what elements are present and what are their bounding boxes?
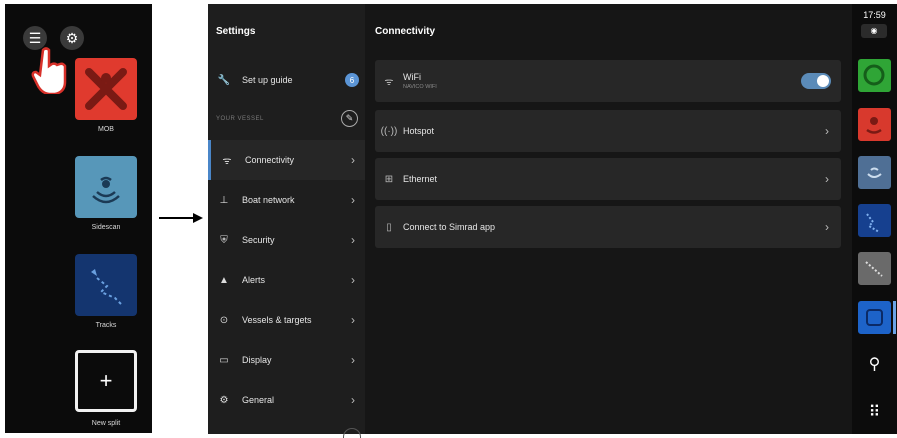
scroll-hint-icon xyxy=(343,428,361,438)
list-icon: ☰ xyxy=(28,29,42,46)
chevron-right-icon: › xyxy=(825,124,829,138)
wifi-icon: ᯤ xyxy=(222,156,232,167)
sidebar-item-label: Vessels & targets xyxy=(242,315,312,325)
gear-icon: ⚙ xyxy=(219,394,229,406)
edit-button[interactable]: ✎ xyxy=(341,110,358,127)
wifi-icon: ᯤ xyxy=(384,77,394,88)
settings-title: Settings xyxy=(216,26,256,37)
ethernet-row[interactable]: ⊞ Ethernet › xyxy=(375,158,841,200)
tracks-app-tile-small[interactable] xyxy=(858,204,891,237)
sidescan-label: Sidescan xyxy=(91,224,121,231)
wrench-icon: 🔧 xyxy=(217,74,231,86)
chevron-right-icon: › xyxy=(351,233,355,247)
tracks-icon xyxy=(866,213,880,233)
plus-icon: + xyxy=(99,368,113,393)
shield-icon: ⛨ xyxy=(220,234,228,246)
chevron-right-icon: › xyxy=(825,172,829,186)
sidebar-item-security[interactable]: ⛨ Security › xyxy=(208,220,365,260)
app-strip: 17:59 ◉ ⚲ ⠿ xyxy=(852,4,897,434)
sidebar-item-label: Alerts xyxy=(242,275,266,285)
sidebar-item-label: Security xyxy=(242,235,275,245)
wifi-network-name: NAVICO WIFI xyxy=(403,84,437,90)
tracks-app-tile[interactable] xyxy=(75,254,137,316)
sidebar-item-label: General xyxy=(242,395,275,405)
setup-guide-label: Set up guide xyxy=(242,75,293,85)
sidebar-item-vessels-targets[interactable]: ⊙ Vessels & targets › xyxy=(208,300,365,340)
target-icon: ⊙ xyxy=(219,314,229,326)
sidescan-app-tile[interactable] xyxy=(75,156,137,218)
signal-icon: ◉ xyxy=(870,26,878,35)
status-indicator[interactable]: ◉ xyxy=(861,24,887,38)
tracks-label: Tracks xyxy=(95,322,117,329)
sidebar-item-general[interactable]: ⚙ General › xyxy=(208,380,365,420)
pencil-icon: ✎ xyxy=(345,113,354,123)
chevron-right-icon: › xyxy=(351,273,355,287)
alert-icon: ▲ xyxy=(219,274,229,286)
network-icon: ⊥ xyxy=(219,194,229,206)
new-split-label: New split xyxy=(91,420,121,427)
settings-screen: Settings 🔧 Set up guide 6 YOUR VESSEL ✎ … xyxy=(208,4,897,438)
route-icon xyxy=(865,261,883,277)
apps-grid-icon[interactable]: ⠿ xyxy=(852,402,897,422)
mob-icon xyxy=(866,117,882,134)
sidebar-item-alerts[interactable]: ▲ Alerts › xyxy=(208,260,365,300)
chevron-right-icon: › xyxy=(825,220,829,234)
hotspot-row[interactable]: ((·)) Hotspot › xyxy=(375,110,841,152)
hotspot-icon: ((·)) xyxy=(380,125,398,137)
chart-app-tile[interactable] xyxy=(858,59,891,92)
sidebar-item-label: Display xyxy=(242,355,272,365)
chevron-right-icon: › xyxy=(351,393,355,407)
mob-icon xyxy=(85,68,127,110)
connectivity-title: Connectivity xyxy=(375,26,436,37)
ethernet-label: Ethernet xyxy=(403,174,438,184)
connectivity-panel: Connectivity ᯤ WiFi NAVICO WIFI ((·)) Ho… xyxy=(365,4,852,434)
sidebar-item-label: Boat network xyxy=(242,195,295,205)
chevron-right-icon: › xyxy=(351,353,355,367)
wifi-row[interactable]: ᯤ WiFi NAVICO WIFI xyxy=(375,60,841,102)
arrow-right-icon xyxy=(159,213,203,223)
new-split-tile[interactable]: + xyxy=(75,350,137,412)
sidescan-icon xyxy=(867,167,882,178)
section-label: YOUR VESSEL xyxy=(216,116,264,122)
wifi-label: WiFi xyxy=(403,72,421,82)
sidescan-icon xyxy=(92,176,120,204)
mob-app-tile-small[interactable] xyxy=(858,108,891,141)
setup-guide-badge: 6 xyxy=(345,73,359,87)
display-icon: ▭ xyxy=(219,354,229,366)
simrad-app-label: Connect to Simrad app xyxy=(403,222,496,232)
ethernet-icon: ⊞ xyxy=(384,173,394,185)
settings-menu: Settings 🔧 Set up guide 6 YOUR VESSEL ✎ … xyxy=(208,4,365,438)
app-launcher-panel: ☰ ⚙ MOB Sidescan Tracks + New split xyxy=(5,4,152,433)
square-icon xyxy=(866,309,883,326)
mob-label: MOB xyxy=(98,126,114,133)
simrad-app-row[interactable]: ▯ Connect to Simrad app › xyxy=(375,206,841,248)
gear-icon: ⚙ xyxy=(65,29,79,46)
add-waypoint-icon[interactable]: ⚲ xyxy=(852,354,897,374)
phone-icon: ▯ xyxy=(386,221,392,233)
sidebar-item-label: Connectivity xyxy=(245,155,295,165)
pointing-hand-icon xyxy=(31,47,67,94)
chevron-right-icon: › xyxy=(351,313,355,327)
wifi-toggle[interactable] xyxy=(801,73,831,89)
sidebar-item-connectivity[interactable]: ᯤ Connectivity › xyxy=(208,140,365,180)
split-app-tile[interactable] xyxy=(858,301,891,334)
chevron-right-icon: › xyxy=(351,153,355,167)
strip-scrollbar[interactable] xyxy=(893,301,896,334)
clock: 17:59 xyxy=(863,10,886,20)
tracks-icon xyxy=(91,269,124,307)
toggle-knob xyxy=(817,75,829,87)
sidebar-item-display[interactable]: ▭ Display › xyxy=(208,340,365,380)
chevron-right-icon: › xyxy=(351,193,355,207)
sidescan-app-tile-small[interactable] xyxy=(858,156,891,189)
setup-guide-item[interactable]: 🔧 Set up guide 6 xyxy=(208,60,365,100)
mob-app-tile[interactable] xyxy=(75,58,137,120)
sidebar-item-boat-network[interactable]: ⊥ Boat network › xyxy=(208,180,365,220)
hotspot-label: Hotspot xyxy=(403,126,435,136)
waypoints-app-tile[interactable] xyxy=(858,252,891,285)
chart-icon xyxy=(863,64,885,86)
